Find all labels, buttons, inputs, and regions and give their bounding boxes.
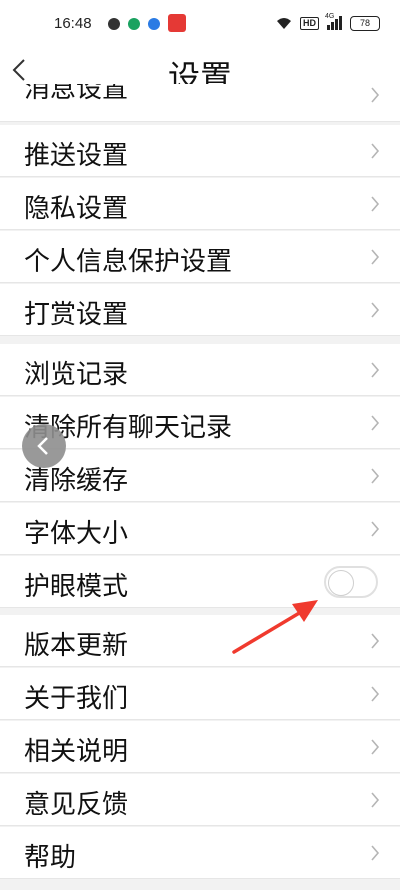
settings-row-label: 浏览记录 — [24, 360, 129, 390]
signal-icon: 4G — [325, 13, 342, 30]
chevron-right-icon — [371, 686, 380, 702]
battery-icon: 78 — [350, 15, 380, 31]
toggle-knob — [328, 570, 354, 596]
settings-row-label: 意见反馈 — [24, 790, 129, 820]
chevron-right-icon — [371, 792, 380, 808]
settings-row[interactable]: 打赏设置 — [0, 284, 400, 336]
network-type: 4G — [325, 13, 335, 20]
settings-row[interactable]: 护眼模式 — [0, 556, 400, 608]
settings-row[interactable]: 个人信息保护设置 — [0, 231, 400, 283]
settings-row[interactable]: 推送设置 — [0, 125, 400, 177]
status-time: 16:48 — [54, 15, 92, 32]
settings-row-label: 推送设置 — [24, 141, 129, 171]
hd-badge: HD — [300, 16, 319, 30]
wechat-icon — [108, 18, 120, 30]
settings-row[interactable]: 版本更新 — [0, 615, 400, 667]
eye-protection-toggle[interactable] — [324, 566, 378, 598]
settings-row[interactable]: 相关说明 — [0, 721, 400, 773]
chevron-right-icon — [371, 521, 380, 537]
chevron-right-icon — [371, 468, 380, 484]
settings-row[interactable]: 字体大小 — [0, 503, 400, 555]
chevron-right-icon — [371, 87, 380, 103]
chevron-right-icon — [371, 739, 380, 755]
floating-back-button[interactable] — [22, 424, 66, 468]
settings-row-label: 个人信息保护设置 — [24, 247, 233, 277]
chevron-right-icon — [371, 302, 380, 318]
chevron-right-icon — [371, 249, 380, 265]
settings-row[interactable]: 消息设置 — [0, 84, 400, 122]
news-app-icon — [168, 14, 186, 32]
settings-row[interactable]: 意见反馈 — [0, 774, 400, 826]
chevron-right-icon — [371, 143, 380, 159]
settings-row-label: 相关说明 — [24, 737, 129, 767]
settings-row-label: 版本更新 — [24, 631, 129, 661]
settings-row[interactable]: 帮助 — [0, 827, 400, 879]
chevron-left-icon — [37, 437, 48, 455]
chevron-right-icon — [371, 845, 380, 861]
wifi-icon — [277, 18, 291, 29]
status-bar: 16:48 HD 4G 78 — [0, 0, 400, 44]
settings-row-label: 帮助 — [24, 843, 77, 873]
chevron-right-icon — [371, 633, 380, 649]
settings-row[interactable]: 关于我们 — [0, 668, 400, 720]
video-app-icon — [128, 18, 140, 30]
settings-row-label: 护眼模式 — [24, 572, 129, 602]
settings-row-label: 字体大小 — [24, 519, 129, 549]
settings-row[interactable]: 隐私设置 — [0, 178, 400, 230]
chevron-right-icon — [371, 362, 380, 378]
settings-row-label: 关于我们 — [24, 684, 129, 714]
chevron-right-icon — [371, 415, 380, 431]
chevron-right-icon — [371, 196, 380, 212]
settings-row-label: 消息设置 — [24, 84, 129, 104]
settings-row[interactable]: 浏览记录 — [0, 344, 400, 396]
browser-app-icon — [148, 18, 160, 30]
settings-row-label: 隐私设置 — [24, 194, 129, 224]
settings-row-label: 打赏设置 — [24, 300, 129, 330]
